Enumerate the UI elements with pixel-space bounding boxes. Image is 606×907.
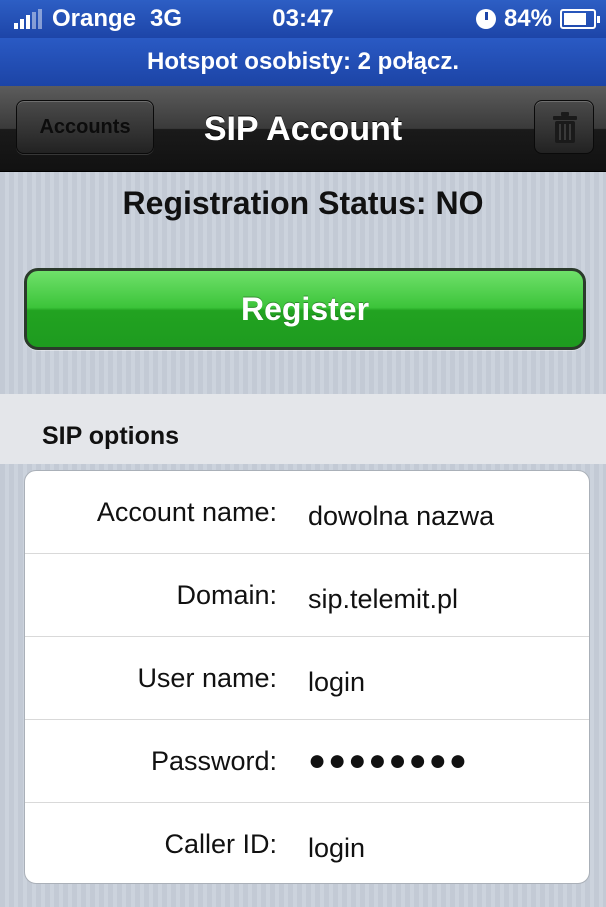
caller-id-field[interactable]: login — [308, 807, 365, 883]
password-row[interactable]: Password: ●●●●●●●● — [25, 720, 589, 803]
sip-options-form: Account name: dowolna nazwa Domain: sip.… — [24, 470, 590, 884]
domain-label: Domain: — [176, 580, 277, 610]
domain-row[interactable]: Domain: sip.telemit.pl — [25, 554, 589, 637]
status-right: 84% — [475, 5, 600, 33]
trash-icon — [553, 112, 577, 143]
user-name-label: User name: — [137, 663, 277, 693]
status-bar: Orange 3G 03:47 84% — [0, 0, 606, 38]
battery-charging-icon — [560, 9, 600, 29]
hotspot-banner[interactable]: Hotspot osobisty: 2 połącz. — [0, 38, 606, 86]
clock-icon — [475, 9, 496, 29]
account-name-row[interactable]: Account name: dowolna nazwa — [25, 471, 589, 554]
accounts-back-button[interactable]: Accounts — [16, 100, 154, 154]
password-field[interactable]: ●●●●●●●● — [308, 720, 469, 802]
navigation-bar: SIP Account Accounts — [0, 86, 606, 172]
account-name-label: Account name: — [96, 497, 277, 527]
user-name-row[interactable]: User name: login — [25, 637, 589, 720]
password-label: Password: — [150, 746, 277, 776]
account-name-field[interactable]: dowolna nazwa — [308, 475, 494, 557]
caller-id-row[interactable]: Caller ID: login — [25, 803, 589, 883]
caller-id-label: Caller ID: — [164, 829, 277, 859]
register-button[interactable]: Register — [24, 268, 586, 350]
registration-status: Registration Status: NO — [122, 185, 484, 221]
section-title: SIP options — [42, 422, 180, 450]
domain-field[interactable]: sip.telemit.pl — [308, 558, 458, 640]
delete-button[interactable] — [534, 100, 594, 154]
battery-percent: 84% — [503, 5, 552, 32]
user-name-field[interactable]: login — [308, 641, 365, 723]
